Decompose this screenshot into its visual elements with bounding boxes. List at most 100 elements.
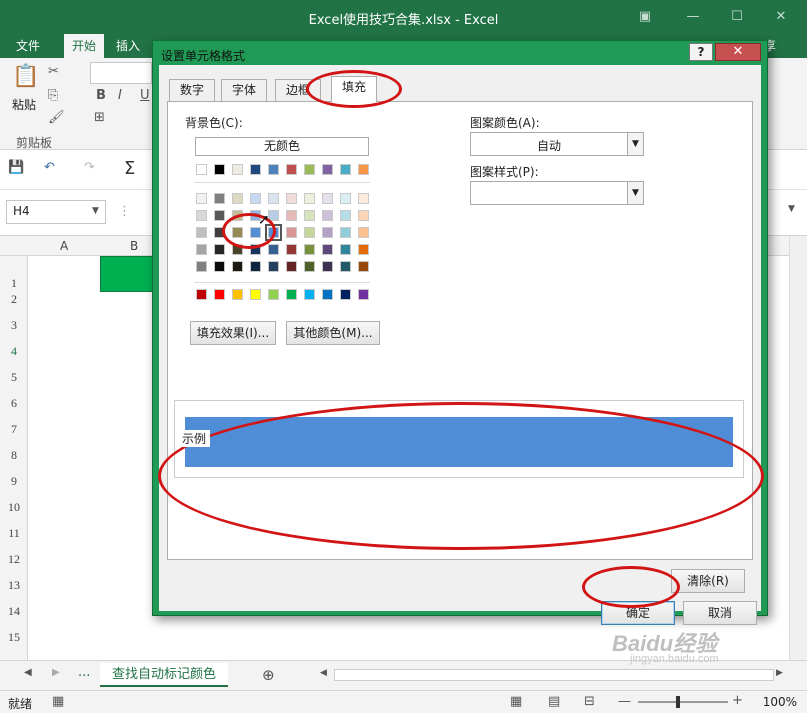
tab-home[interactable]: 开始	[64, 34, 105, 58]
cancel-button[interactable]: 取消	[683, 601, 757, 625]
zoom-in-icon[interactable]: +	[732, 693, 743, 708]
shade-swatch[interactable]	[358, 227, 369, 238]
chevron-down-icon[interactable]: ▼	[627, 133, 643, 155]
shade-swatch[interactable]	[304, 244, 315, 255]
save-icon[interactable]: 💾	[8, 160, 24, 175]
shade-swatch[interactable]	[304, 210, 315, 221]
theme-swatch[interactable]	[304, 164, 315, 175]
cut-icon[interactable]: ✂	[48, 64, 59, 79]
row-header[interactable]: 2	[0, 292, 28, 307]
more-colors-button[interactable]: 其他颜色(M)...	[286, 321, 380, 345]
theme-swatch[interactable]	[286, 164, 297, 175]
standard-swatch[interactable]	[250, 289, 261, 300]
page-break-icon[interactable]: ⊟	[584, 694, 595, 709]
theme-swatch[interactable]	[322, 164, 333, 175]
ok-button[interactable]: 确定	[601, 601, 675, 625]
shade-swatch[interactable]	[286, 193, 297, 204]
shade-swatch[interactable]	[286, 244, 297, 255]
maximize-icon[interactable]: ☐	[726, 8, 748, 26]
theme-swatch[interactable]	[214, 164, 225, 175]
prev-sheet-icon[interactable]: ◀	[24, 667, 32, 678]
horizontal-scrollbar[interactable]	[334, 669, 774, 681]
scroll-right-icon[interactable]: ▶	[776, 668, 783, 678]
theme-swatch[interactable]	[250, 164, 261, 175]
standard-swatch[interactable]	[358, 289, 369, 300]
standard-swatch[interactable]	[304, 289, 315, 300]
row-header[interactable]: 7	[0, 422, 28, 437]
shade-swatch[interactable]	[214, 244, 225, 255]
shade-swatch[interactable]	[304, 261, 315, 272]
dialog-help-button[interactable]: ?	[689, 43, 713, 61]
tab-border[interactable]: 边框	[275, 79, 322, 101]
row-header[interactable]: 8	[0, 448, 28, 463]
ribbon-display-icon[interactable]: ▣	[634, 8, 656, 26]
italic-icon[interactable]: I	[118, 88, 122, 103]
shade-swatch[interactable]	[265, 224, 282, 241]
theme-swatch[interactable]	[232, 164, 243, 175]
shade-swatch[interactable]	[340, 261, 351, 272]
bold-icon[interactable]: B	[96, 88, 106, 103]
shade-swatch[interactable]	[322, 193, 333, 204]
standard-swatch[interactable]	[268, 289, 279, 300]
shade-swatch[interactable]	[322, 210, 333, 221]
row-header[interactable]: 10	[0, 500, 28, 515]
zoom-slider-thumb[interactable]	[676, 696, 680, 708]
standard-swatch[interactable]	[196, 289, 207, 300]
redo-icon[interactable]: ↷	[84, 160, 95, 175]
underline-icon[interactable]: U	[140, 88, 150, 103]
row-header[interactable]: 3	[0, 318, 28, 333]
shade-swatch[interactable]	[196, 210, 207, 221]
theme-swatch[interactable]	[196, 164, 207, 175]
row-header[interactable]: 6	[0, 396, 28, 411]
clear-button[interactable]: 清除(R)	[671, 569, 745, 593]
paste-label[interactable]: 粘贴	[12, 96, 36, 113]
shade-swatch[interactable]	[286, 227, 297, 238]
shade-swatch[interactable]	[322, 261, 333, 272]
shade-swatch[interactable]	[340, 210, 351, 221]
macro-record-icon[interactable]: ▦	[52, 694, 64, 709]
no-color-button[interactable]: 无颜色	[195, 137, 369, 156]
shade-swatch[interactable]	[214, 193, 225, 204]
column-header-b[interactable]: B	[130, 239, 138, 253]
next-sheet-icon[interactable]: ▶	[52, 667, 60, 678]
shade-swatch[interactable]	[268, 244, 279, 255]
autosum-icon[interactable]: Σ	[124, 158, 135, 179]
borders-icon[interactable]: ⊞	[94, 110, 105, 125]
shade-swatch[interactable]	[322, 227, 333, 238]
shade-swatch[interactable]	[286, 261, 297, 272]
page-layout-icon[interactable]: ▤	[548, 694, 560, 709]
formula-expand-icon[interactable]: ▼	[788, 204, 795, 214]
add-sheet-icon[interactable]: ⊕	[262, 666, 275, 684]
scroll-left-icon[interactable]: ◀	[320, 668, 327, 678]
shade-swatch[interactable]	[214, 210, 225, 221]
shade-swatch[interactable]	[232, 227, 243, 238]
shade-swatch[interactable]	[340, 227, 351, 238]
highlighted-cell[interactable]	[100, 256, 160, 292]
standard-swatch[interactable]	[322, 289, 333, 300]
shade-swatch[interactable]	[196, 227, 207, 238]
tab-insert[interactable]: 插入	[108, 34, 148, 58]
zoom-level[interactable]: 100%	[763, 695, 797, 709]
theme-swatch[interactable]	[340, 164, 351, 175]
shade-swatch[interactable]	[232, 193, 243, 204]
sheet-tab-active[interactable]: 查找自动标记颜色	[100, 663, 229, 687]
tab-fill[interactable]: 填充	[331, 76, 378, 102]
standard-swatch[interactable]	[340, 289, 351, 300]
minimize-icon[interactable]: —	[682, 8, 704, 26]
standard-swatch[interactable]	[232, 289, 243, 300]
shade-swatch[interactable]	[250, 193, 261, 204]
shade-swatch[interactable]	[304, 193, 315, 204]
tab-number[interactable]: 数字	[169, 79, 216, 101]
tab-file[interactable]: 文件	[8, 34, 48, 58]
shade-swatch[interactable]	[232, 210, 243, 221]
shade-swatch[interactable]	[232, 244, 243, 255]
row-header-selected[interactable]: 4	[0, 344, 28, 359]
name-box-dropdown-icon[interactable]: ▼	[92, 206, 99, 216]
shade-swatch[interactable]	[286, 210, 297, 221]
zoom-out-icon[interactable]: —	[618, 694, 631, 709]
format-painter-icon[interactable]: 🖌	[48, 110, 65, 125]
row-header[interactable]: 14	[0, 604, 28, 619]
row-header[interactable]: 12	[0, 552, 28, 567]
shade-swatch[interactable]	[196, 261, 207, 272]
shade-swatch[interactable]	[214, 261, 225, 272]
